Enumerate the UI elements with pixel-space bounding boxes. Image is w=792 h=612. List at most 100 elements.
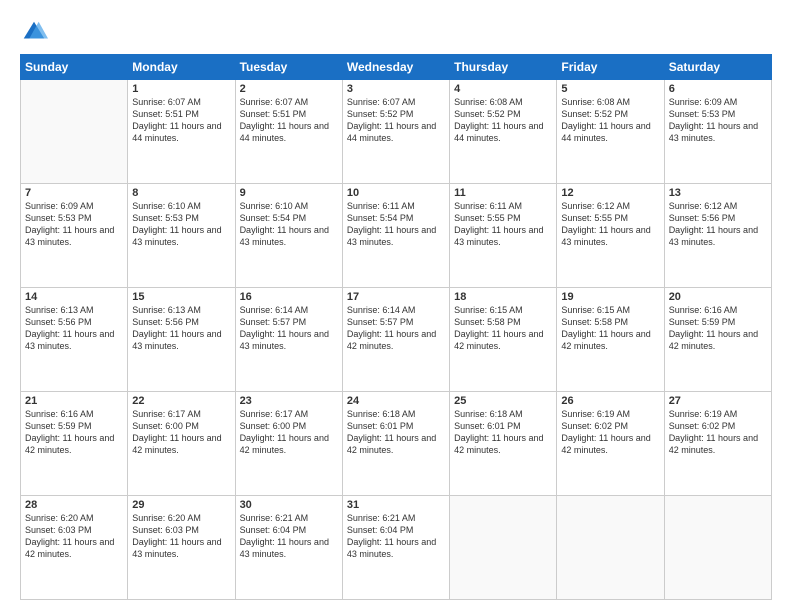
weekday-header: Monday	[128, 55, 235, 80]
calendar-row: 21Sunrise: 6:16 AMSunset: 5:59 PMDayligh…	[21, 392, 772, 496]
calendar-cell: 3Sunrise: 6:07 AMSunset: 5:52 PMDaylight…	[342, 80, 449, 184]
day-number: 14	[25, 291, 123, 303]
weekday-header: Thursday	[450, 55, 557, 80]
day-detail: Sunrise: 6:19 AMSunset: 6:02 PMDaylight:…	[561, 408, 659, 457]
calendar-cell: 5Sunrise: 6:08 AMSunset: 5:52 PMDaylight…	[557, 80, 664, 184]
weekday-header: Friday	[557, 55, 664, 80]
day-detail: Sunrise: 6:08 AMSunset: 5:52 PMDaylight:…	[561, 96, 659, 145]
calendar-cell: 6Sunrise: 6:09 AMSunset: 5:53 PMDaylight…	[664, 80, 771, 184]
day-detail: Sunrise: 6:17 AMSunset: 6:00 PMDaylight:…	[240, 408, 338, 457]
calendar-cell: 11Sunrise: 6:11 AMSunset: 5:55 PMDayligh…	[450, 184, 557, 288]
day-detail: Sunrise: 6:11 AMSunset: 5:55 PMDaylight:…	[454, 200, 552, 249]
day-number: 31	[347, 499, 445, 511]
day-detail: Sunrise: 6:13 AMSunset: 5:56 PMDaylight:…	[132, 304, 230, 353]
day-detail: Sunrise: 6:12 AMSunset: 5:55 PMDaylight:…	[561, 200, 659, 249]
day-detail: Sunrise: 6:12 AMSunset: 5:56 PMDaylight:…	[669, 200, 767, 249]
logo-icon	[20, 18, 48, 46]
day-number: 20	[669, 291, 767, 303]
calendar-cell: 9Sunrise: 6:10 AMSunset: 5:54 PMDaylight…	[235, 184, 342, 288]
weekday-header: Saturday	[664, 55, 771, 80]
day-detail: Sunrise: 6:18 AMSunset: 6:01 PMDaylight:…	[347, 408, 445, 457]
day-detail: Sunrise: 6:17 AMSunset: 6:00 PMDaylight:…	[132, 408, 230, 457]
day-detail: Sunrise: 6:21 AMSunset: 6:04 PMDaylight:…	[347, 512, 445, 561]
day-number: 28	[25, 499, 123, 511]
calendar-row: 7Sunrise: 6:09 AMSunset: 5:53 PMDaylight…	[21, 184, 772, 288]
day-number: 22	[132, 395, 230, 407]
calendar-cell: 30Sunrise: 6:21 AMSunset: 6:04 PMDayligh…	[235, 496, 342, 600]
day-detail: Sunrise: 6:08 AMSunset: 5:52 PMDaylight:…	[454, 96, 552, 145]
calendar-cell: 22Sunrise: 6:17 AMSunset: 6:00 PMDayligh…	[128, 392, 235, 496]
calendar-cell: 26Sunrise: 6:19 AMSunset: 6:02 PMDayligh…	[557, 392, 664, 496]
calendar-cell: 24Sunrise: 6:18 AMSunset: 6:01 PMDayligh…	[342, 392, 449, 496]
logo	[20, 18, 52, 46]
weekday-header: Sunday	[21, 55, 128, 80]
day-number: 26	[561, 395, 659, 407]
calendar-cell: 18Sunrise: 6:15 AMSunset: 5:58 PMDayligh…	[450, 288, 557, 392]
day-number: 6	[669, 83, 767, 95]
day-detail: Sunrise: 6:18 AMSunset: 6:01 PMDaylight:…	[454, 408, 552, 457]
calendar-cell: 28Sunrise: 6:20 AMSunset: 6:03 PMDayligh…	[21, 496, 128, 600]
day-detail: Sunrise: 6:14 AMSunset: 5:57 PMDaylight:…	[347, 304, 445, 353]
day-detail: Sunrise: 6:10 AMSunset: 5:54 PMDaylight:…	[240, 200, 338, 249]
day-detail: Sunrise: 6:09 AMSunset: 5:53 PMDaylight:…	[669, 96, 767, 145]
day-number: 8	[132, 187, 230, 199]
day-number: 10	[347, 187, 445, 199]
day-detail: Sunrise: 6:07 AMSunset: 5:52 PMDaylight:…	[347, 96, 445, 145]
day-detail: Sunrise: 6:07 AMSunset: 5:51 PMDaylight:…	[240, 96, 338, 145]
day-number: 19	[561, 291, 659, 303]
calendar-cell: 27Sunrise: 6:19 AMSunset: 6:02 PMDayligh…	[664, 392, 771, 496]
day-number: 11	[454, 187, 552, 199]
day-number: 17	[347, 291, 445, 303]
calendar-cell	[664, 496, 771, 600]
day-number: 25	[454, 395, 552, 407]
day-detail: Sunrise: 6:20 AMSunset: 6:03 PMDaylight:…	[132, 512, 230, 561]
calendar-cell: 20Sunrise: 6:16 AMSunset: 5:59 PMDayligh…	[664, 288, 771, 392]
calendar-cell: 8Sunrise: 6:10 AMSunset: 5:53 PMDaylight…	[128, 184, 235, 288]
calendar-cell: 23Sunrise: 6:17 AMSunset: 6:00 PMDayligh…	[235, 392, 342, 496]
calendar-cell: 21Sunrise: 6:16 AMSunset: 5:59 PMDayligh…	[21, 392, 128, 496]
day-detail: Sunrise: 6:15 AMSunset: 5:58 PMDaylight:…	[454, 304, 552, 353]
calendar-row: 14Sunrise: 6:13 AMSunset: 5:56 PMDayligh…	[21, 288, 772, 392]
calendar-row: 28Sunrise: 6:20 AMSunset: 6:03 PMDayligh…	[21, 496, 772, 600]
calendar-cell: 7Sunrise: 6:09 AMSunset: 5:53 PMDaylight…	[21, 184, 128, 288]
day-number: 12	[561, 187, 659, 199]
calendar-cell	[450, 496, 557, 600]
day-number: 4	[454, 83, 552, 95]
calendar-cell: 19Sunrise: 6:15 AMSunset: 5:58 PMDayligh…	[557, 288, 664, 392]
day-number: 29	[132, 499, 230, 511]
day-detail: Sunrise: 6:14 AMSunset: 5:57 PMDaylight:…	[240, 304, 338, 353]
day-number: 2	[240, 83, 338, 95]
day-number: 1	[132, 83, 230, 95]
day-detail: Sunrise: 6:15 AMSunset: 5:58 PMDaylight:…	[561, 304, 659, 353]
calendar-cell: 4Sunrise: 6:08 AMSunset: 5:52 PMDaylight…	[450, 80, 557, 184]
calendar-header-row: SundayMondayTuesdayWednesdayThursdayFrid…	[21, 55, 772, 80]
day-number: 24	[347, 395, 445, 407]
day-number: 30	[240, 499, 338, 511]
day-detail: Sunrise: 6:21 AMSunset: 6:04 PMDaylight:…	[240, 512, 338, 561]
day-number: 9	[240, 187, 338, 199]
day-number: 3	[347, 83, 445, 95]
calendar-cell: 29Sunrise: 6:20 AMSunset: 6:03 PMDayligh…	[128, 496, 235, 600]
calendar-cell: 1Sunrise: 6:07 AMSunset: 5:51 PMDaylight…	[128, 80, 235, 184]
day-number: 18	[454, 291, 552, 303]
calendar-cell: 31Sunrise: 6:21 AMSunset: 6:04 PMDayligh…	[342, 496, 449, 600]
calendar-cell: 25Sunrise: 6:18 AMSunset: 6:01 PMDayligh…	[450, 392, 557, 496]
day-detail: Sunrise: 6:19 AMSunset: 6:02 PMDaylight:…	[669, 408, 767, 457]
calendar-cell: 10Sunrise: 6:11 AMSunset: 5:54 PMDayligh…	[342, 184, 449, 288]
calendar-cell: 14Sunrise: 6:13 AMSunset: 5:56 PMDayligh…	[21, 288, 128, 392]
day-number: 5	[561, 83, 659, 95]
day-detail: Sunrise: 6:07 AMSunset: 5:51 PMDaylight:…	[132, 96, 230, 145]
day-detail: Sunrise: 6:13 AMSunset: 5:56 PMDaylight:…	[25, 304, 123, 353]
day-detail: Sunrise: 6:20 AMSunset: 6:03 PMDaylight:…	[25, 512, 123, 561]
day-detail: Sunrise: 6:16 AMSunset: 5:59 PMDaylight:…	[669, 304, 767, 353]
day-number: 23	[240, 395, 338, 407]
day-number: 7	[25, 187, 123, 199]
calendar-cell	[557, 496, 664, 600]
day-detail: Sunrise: 6:16 AMSunset: 5:59 PMDaylight:…	[25, 408, 123, 457]
calendar-cell: 13Sunrise: 6:12 AMSunset: 5:56 PMDayligh…	[664, 184, 771, 288]
day-number: 16	[240, 291, 338, 303]
day-detail: Sunrise: 6:10 AMSunset: 5:53 PMDaylight:…	[132, 200, 230, 249]
day-number: 27	[669, 395, 767, 407]
weekday-header: Tuesday	[235, 55, 342, 80]
calendar-cell	[21, 80, 128, 184]
